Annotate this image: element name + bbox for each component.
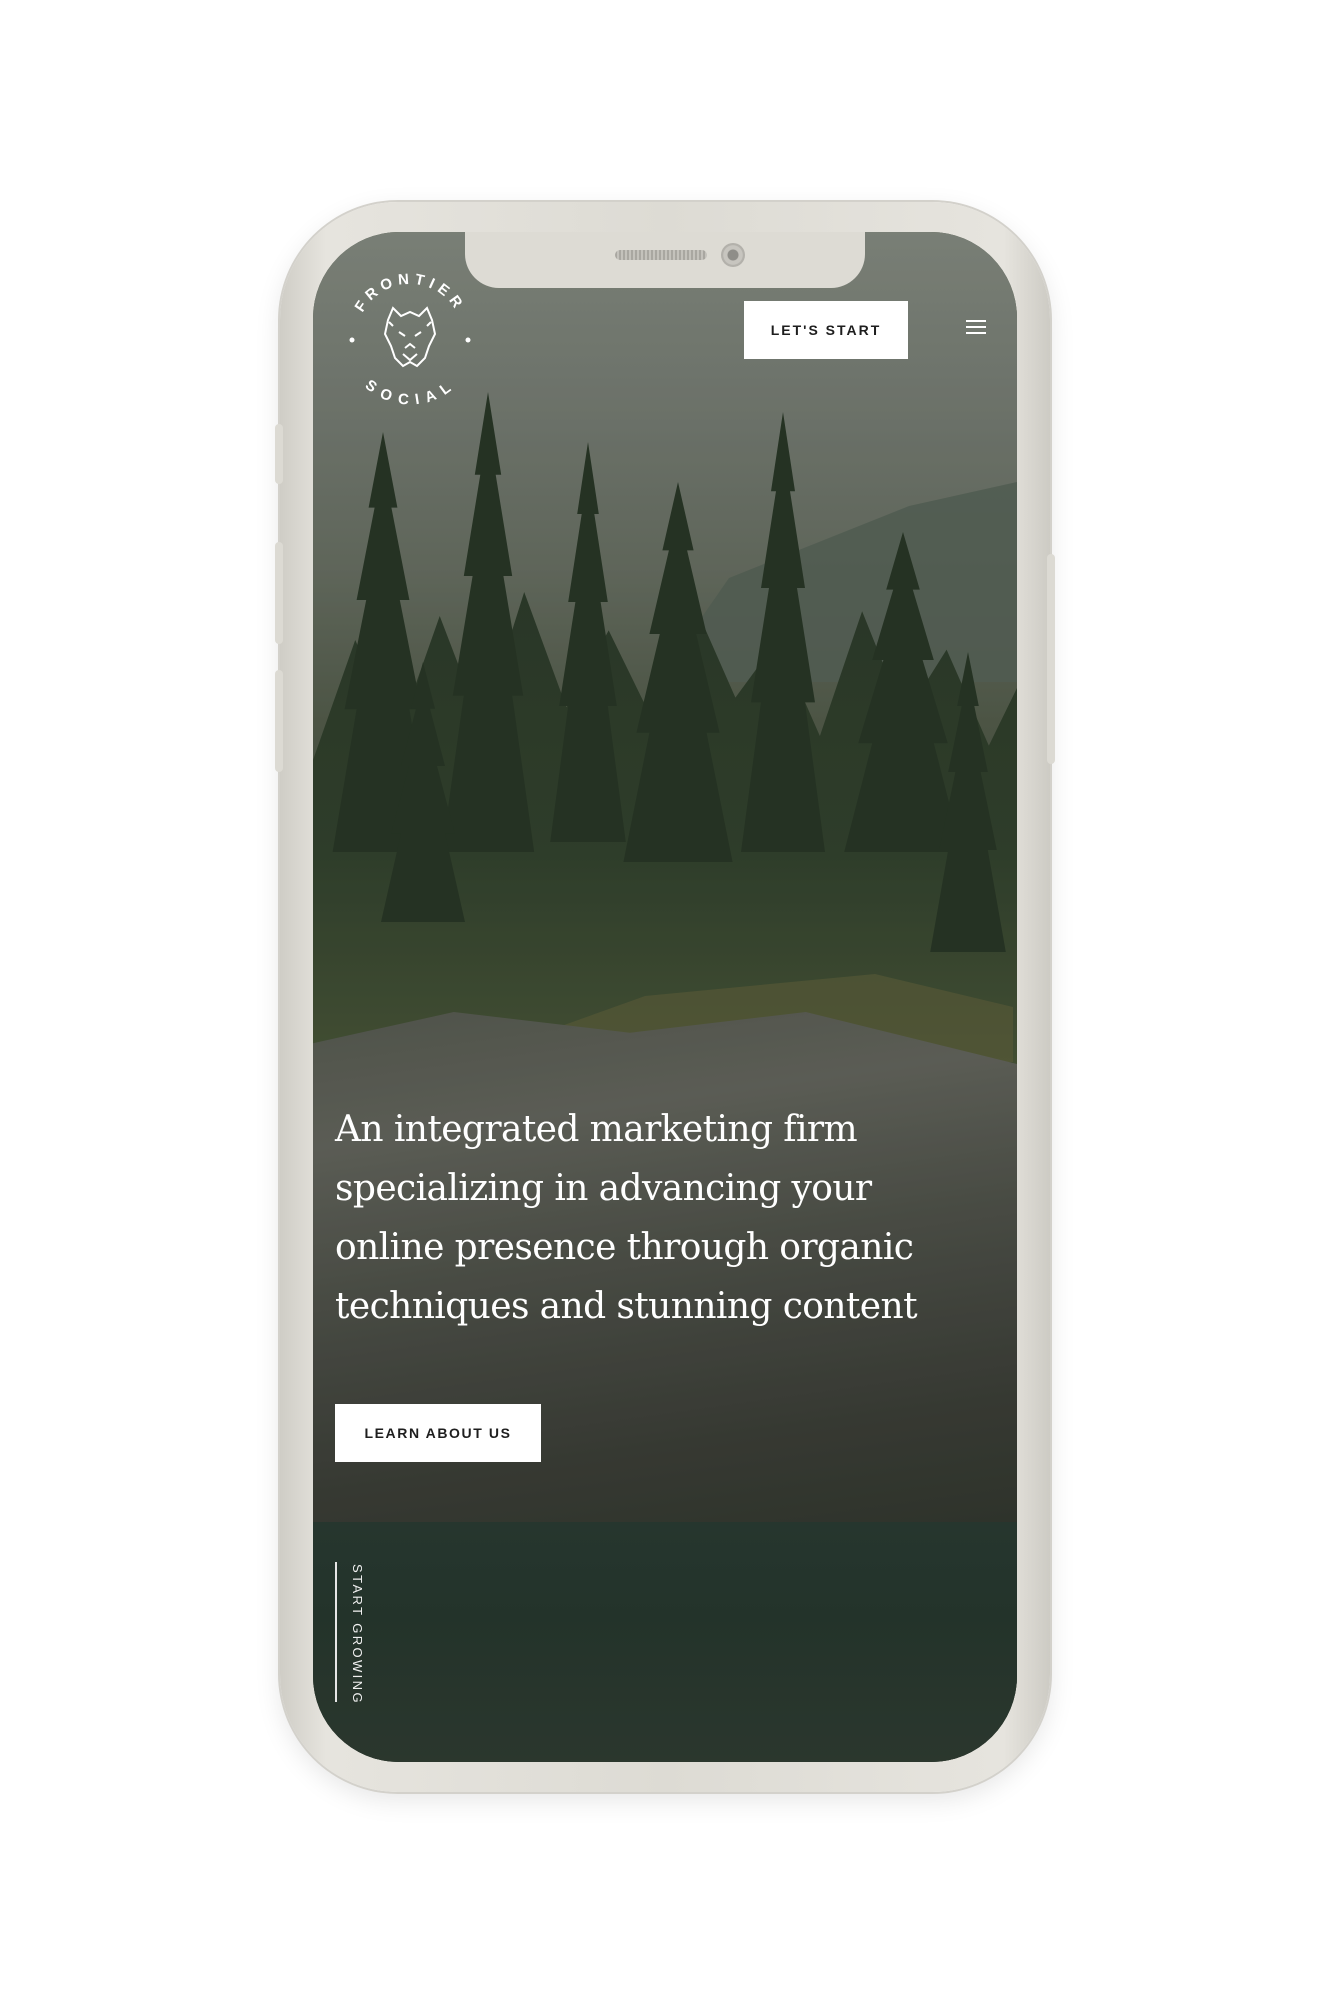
hero-headline: An integrated marketing firm specializin… [335,1100,975,1336]
hero-headline-line: specializing in advancing your [335,1168,872,1209]
logo-bottom-text: SOCIAL [362,377,453,409]
power-button [1047,554,1055,764]
hero-headline-line: techniques and stunning content [335,1286,918,1327]
silent-switch [275,424,283,484]
hero-headline-line: online presence through organic [335,1227,914,1268]
phone-screen: FRONTIER SOCIAL LET'S START An integrate… [313,232,1017,1762]
lets-start-button[interactable]: LET'S START [744,301,908,359]
mockup-stage: FRONTIER SOCIAL LET'S START An integrate… [0,0,1333,2000]
learn-about-us-button[interactable]: LEARN ABOUT US [335,1404,541,1462]
scroll-cue-line [335,1562,337,1702]
logo-top-text: FRONTIER [352,271,464,316]
frontier-social-logo[interactable]: FRONTIER SOCIAL [335,262,485,412]
hero-headline-line: An integrated marketing firm [335,1109,858,1150]
hamburger-menu-icon[interactable] [966,320,986,338]
start-growing-scroll-link[interactable]: START GROWING [350,1564,365,1705]
svg-text:SOCIAL: SOCIAL [362,377,458,409]
phone-device: FRONTIER SOCIAL LET'S START An integrate… [275,202,1055,1792]
svg-text:FRONTIER: FRONTIER [352,271,469,316]
volume-up-button [275,542,283,644]
front-camera [721,243,745,267]
volume-down-button [275,670,283,772]
hero-background-image [313,232,1017,1762]
bear-head-icon [383,306,437,368]
image-overlay [313,232,1017,1762]
phone-notch [465,232,865,288]
speaker-grille [615,250,707,260]
